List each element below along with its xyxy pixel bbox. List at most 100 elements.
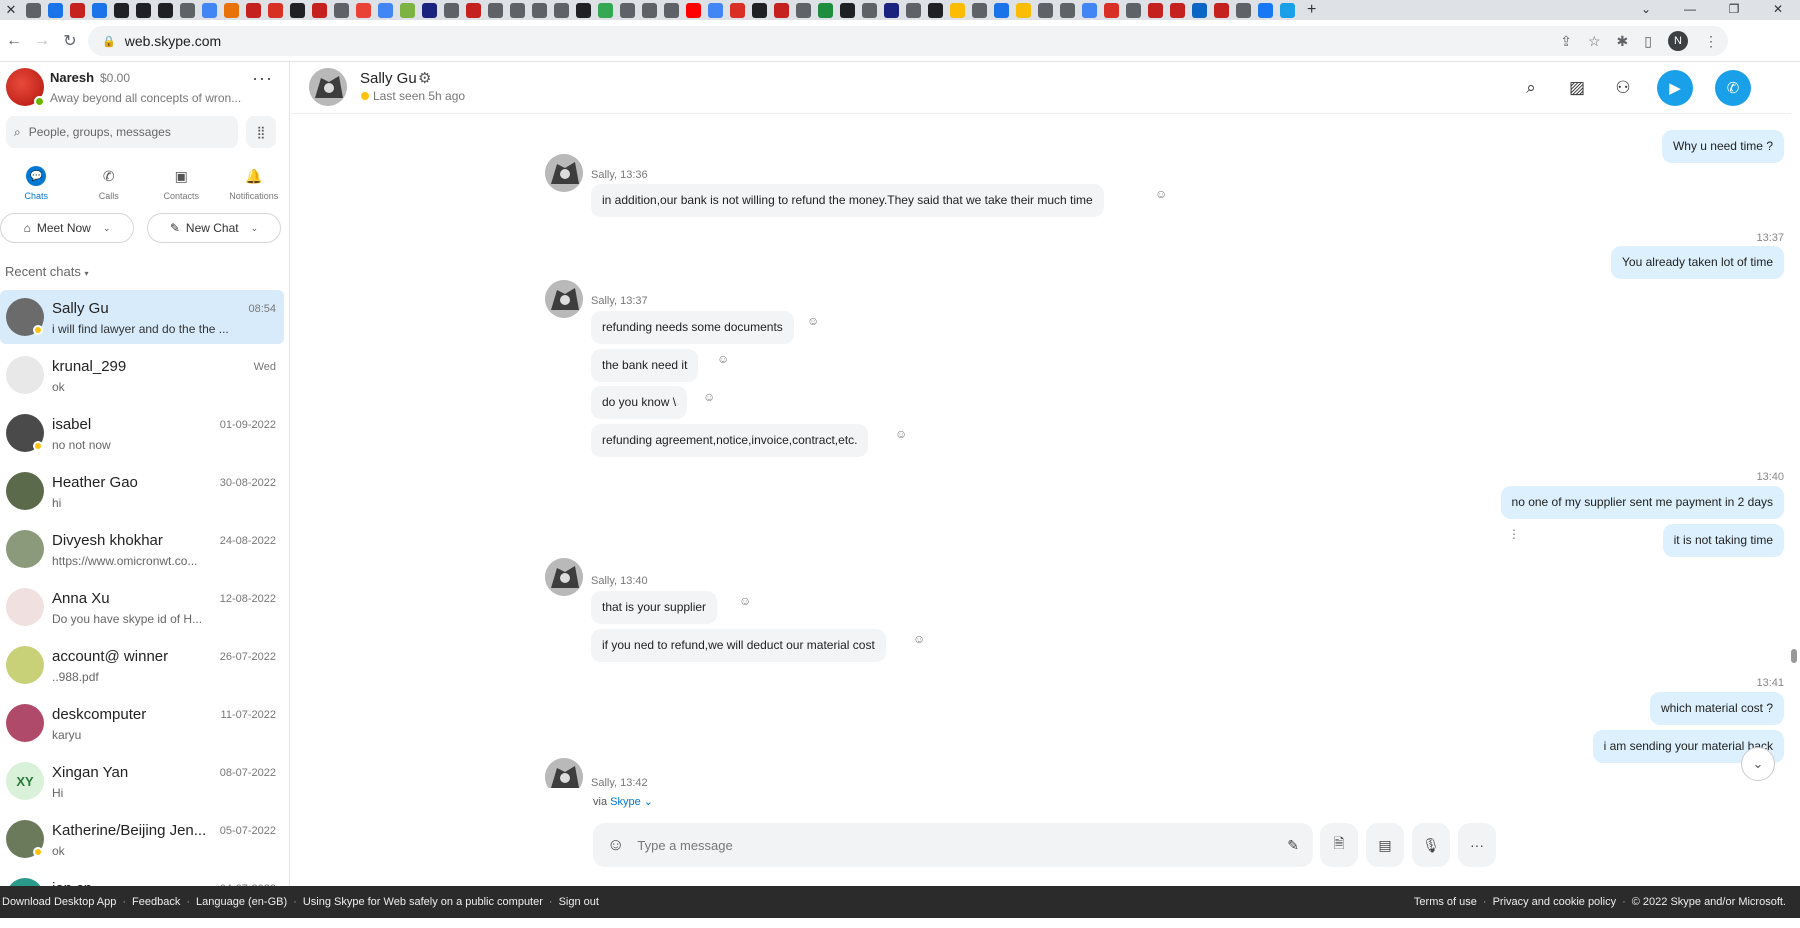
chat-list-item[interactable]: Divyesh khokhar 24-08-2022 https://www.omi… — [0, 522, 284, 580]
send-file-button[interactable]: 🗎 — [1320, 823, 1358, 867]
emoji-icon[interactable]: ☺ — [607, 835, 624, 855]
skype-credit[interactable]: $0.00 — [100, 71, 130, 85]
pinned-tab-favicon[interactable] — [664, 2, 679, 18]
chevron-down-icon[interactable]: ⌄ — [644, 796, 653, 808]
recent-chats-header[interactable]: Recent chats ▾ — [5, 264, 89, 279]
pinned-tab-favicon[interactable] — [1170, 2, 1185, 18]
pinned-tab-favicon[interactable] — [26, 2, 41, 18]
pinned-tab-favicon[interactable] — [1236, 2, 1251, 18]
pinned-tab-favicon[interactable] — [510, 2, 525, 18]
footer-link[interactable]: Sign out — [559, 896, 599, 908]
add-reaction-icon[interactable]: ☺ — [1155, 187, 1167, 201]
new-chat-button[interactable]: ✎ New Chat ⌄ — [147, 213, 281, 243]
pinned-tab-favicon[interactable] — [202, 2, 217, 18]
chat-list-item[interactable]: Heather Gao 30-08-2022 hi — [0, 464, 284, 522]
chat-list-item[interactable]: Katherine/Beijing Jen... 05-07-2022 ok — [0, 812, 284, 870]
pinned-tab-favicon[interactable] — [752, 2, 767, 18]
gallery-icon[interactable]: ▨ — [1565, 78, 1589, 98]
pinned-tab-favicon[interactable] — [642, 2, 657, 18]
pinned-tab-favicon[interactable] — [356, 2, 371, 18]
video-call-button[interactable]: ▶ — [1657, 70, 1693, 106]
outgoing-message[interactable]: Why u need time ? — [1661, 130, 1784, 163]
address-bar[interactable]: 🔒 web.skype.com ⇪ ☆ ✱ ▯ N ⋮ — [88, 26, 1728, 56]
add-reaction-icon[interactable]: ☺ — [895, 427, 907, 441]
chat-list-item[interactable]: deskcomputer 11-07-2022 karyu — [0, 696, 284, 754]
tab-search-icon[interactable]: ⌄ — [1624, 0, 1668, 20]
forward-button[interactable]: → — [28, 32, 56, 50]
incoming-message[interactable]: refunding needs some documents — [591, 311, 794, 344]
pinned-tab-favicon[interactable] — [224, 2, 239, 18]
pinned-tab-favicon[interactable] — [334, 2, 349, 18]
pinned-tab-favicon[interactable] — [158, 2, 173, 18]
pinned-tab-favicon[interactable] — [312, 2, 327, 18]
pinned-tab-favicon[interactable] — [48, 2, 63, 18]
add-reaction-icon[interactable]: ☺ — [717, 352, 729, 366]
pinned-tab-favicon[interactable] — [994, 2, 1009, 18]
pinned-tab-favicon[interactable] — [1148, 2, 1163, 18]
add-reaction-icon[interactable]: ☺ — [739, 594, 751, 608]
outgoing-message[interactable]: no one of my supplier sent me payment in… — [1500, 486, 1784, 519]
pinned-tab-favicon[interactable] — [378, 2, 393, 18]
incoming-message[interactable]: the bank need it — [591, 349, 699, 382]
footer-link[interactable]: Privacy and cookie policy — [1493, 896, 1617, 908]
pinned-tab-favicon[interactable] — [114, 2, 129, 18]
pinned-tab-favicon[interactable] — [1060, 2, 1075, 18]
pinned-tab-favicon[interactable] — [620, 2, 635, 18]
incoming-message[interactable]: do you know \ — [591, 386, 688, 419]
audio-call-button[interactable]: ✆ — [1715, 70, 1751, 106]
message-composer[interactable]: ☺ Type a message ✎ — [593, 823, 1313, 867]
sender-avatar[interactable] — [545, 758, 583, 788]
tab-contacts[interactable]: ▣ Contacts — [145, 166, 218, 216]
pinned-tab-favicon[interactable] — [796, 2, 811, 18]
add-reaction-icon[interactable]: ☺ — [807, 314, 819, 328]
pinned-tab-favicon[interactable] — [1016, 2, 1031, 18]
pinned-tab-favicon[interactable] — [950, 2, 965, 18]
add-people-icon[interactable]: ⚇ — [1611, 78, 1635, 98]
pinned-tab-favicon[interactable] — [268, 2, 283, 18]
footer-link[interactable]: Terms of use — [1414, 896, 1477, 908]
pinned-tab-favicon[interactable] — [1038, 2, 1053, 18]
url-text[interactable]: web.skype.com — [125, 33, 221, 49]
incoming-message[interactable]: refunding agreement,notice,invoice,contr… — [591, 424, 869, 457]
browser-menu-icon[interactable]: ⋮ — [1704, 33, 1718, 50]
sender-avatar[interactable] — [545, 280, 583, 318]
restore-button[interactable]: ❐ — [1712, 0, 1756, 20]
footer-link[interactable]: Feedback — [132, 896, 180, 908]
bookmark-star-icon[interactable]: ☆ — [1588, 33, 1601, 50]
close-window-button[interactable]: ✕ — [1756, 0, 1800, 20]
pinned-tab-favicon[interactable] — [1258, 2, 1273, 18]
pinned-tab-favicon[interactable] — [1192, 2, 1207, 18]
pinned-tab-favicon[interactable] — [774, 2, 789, 18]
minimize-button[interactable]: — — [1668, 0, 1712, 20]
meet-now-button[interactable]: ⌂ Meet Now ⌄ — [0, 213, 134, 243]
add-reaction-icon[interactable]: ☺ — [913, 632, 925, 646]
pinned-tab-favicon[interactable] — [532, 2, 547, 18]
outgoing-message[interactable]: which material cost ? — [1649, 692, 1784, 725]
pinned-tab-favicon[interactable] — [180, 2, 195, 18]
contact-card-button[interactable]: ▤ — [1366, 823, 1404, 867]
gear-icon[interactable]: ⚙ — [418, 69, 431, 87]
close-tab-icon[interactable]: ✕ — [0, 2, 22, 18]
pinned-tab-favicon[interactable] — [972, 2, 987, 18]
pinned-tab-favicon[interactable] — [928, 2, 943, 18]
chat-list-item[interactable]: krunal_299 Wed ok — [0, 348, 284, 406]
side-panel-icon[interactable]: ▯ — [1644, 33, 1652, 50]
tab-calls[interactable]: ✆ Calls — [73, 166, 146, 216]
sender-avatar[interactable] — [545, 154, 583, 192]
pinned-tab-favicon[interactable] — [488, 2, 503, 18]
share-icon[interactable]: ⇪ — [1560, 33, 1572, 50]
incoming-message[interactable]: that is your supplier — [591, 591, 718, 624]
add-reaction-icon[interactable]: ☺ — [703, 390, 715, 404]
pinned-tab-favicon[interactable] — [730, 2, 745, 18]
scroll-to-bottom-button[interactable]: ⌄ — [1741, 747, 1775, 781]
message-more-icon[interactable]: ⋮ — [1508, 527, 1520, 541]
extensions-icon[interactable]: ✱ — [1617, 33, 1629, 50]
more-composer-options[interactable]: ··· — [1458, 823, 1496, 867]
my-mood-message[interactable]: Away beyond all concepts of wron... — [50, 91, 241, 105]
outgoing-message[interactable]: You already taken lot of time — [1611, 246, 1784, 279]
pinned-tab-favicon[interactable] — [840, 2, 855, 18]
pinned-tab-favicon[interactable] — [598, 2, 613, 18]
search-icon[interactable]: ⌕ — [1519, 78, 1543, 98]
pinned-tab-favicon[interactable] — [400, 2, 415, 18]
footer-link[interactable]: Language (en-GB) — [196, 896, 287, 908]
